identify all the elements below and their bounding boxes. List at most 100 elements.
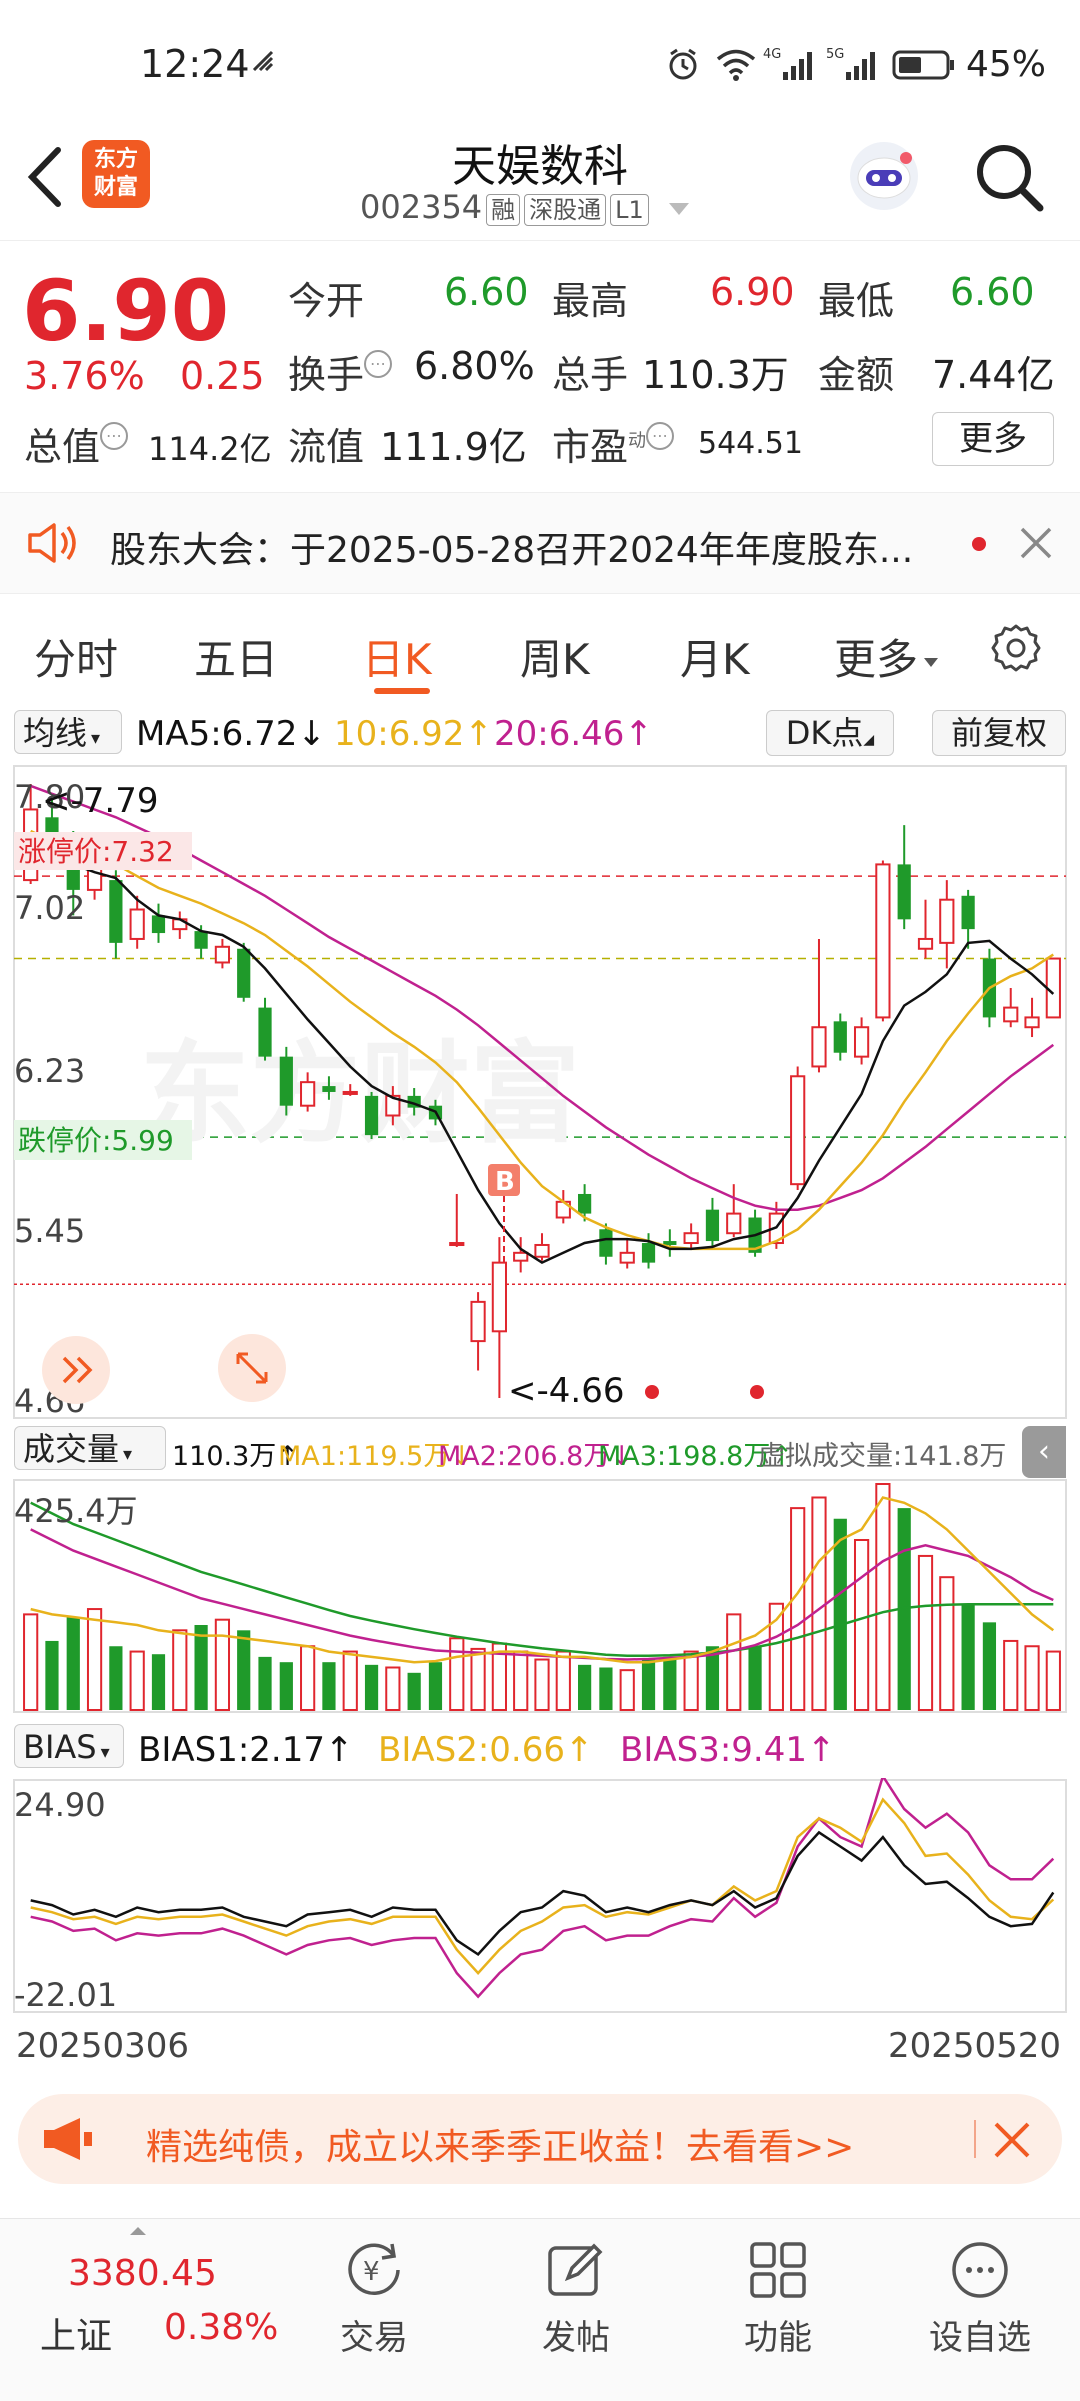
search-icon[interactable] [972,140,1048,220]
tag-margin: 融 [486,194,521,226]
adjust-button[interactable]: 前复权 [932,710,1066,756]
pe-superscript: 动 [628,430,647,452]
volume-bar [45,1640,59,1710]
turnover-label[interactable]: 换手 ⋯ [288,344,393,399]
robot-assistant-icon[interactable] [844,136,924,220]
open-value: 6.60 [444,270,529,314]
trade-icon[interactable]: ¥ [342,2240,406,2304]
bias-selector[interactable]: BIAS ▾ [14,1724,124,1768]
candle-body [513,1251,529,1262]
volume-bar [194,1624,208,1710]
volume-label: 总手 [552,353,629,397]
function-grid-icon[interactable] [748,2240,808,2304]
volume-bar [322,1662,336,1710]
volume-bar [578,1664,592,1710]
volume-bar [129,1650,145,1711]
bias3-value: BIAS3:9.41↑ [620,1730,836,1770]
tab-five-day[interactable]: 五日 [194,626,278,687]
expand-left-icon[interactable] [42,1336,110,1404]
volume-bar [470,1647,486,1711]
volume-bar [875,1483,891,1711]
candle-body [1024,1016,1040,1029]
banner-text[interactable]: 精选纯债，成立以来季季正收益！去看看>> [146,2118,854,2170]
volume-bar [23,1613,39,1712]
virtual-volume: 虚拟成交量:141.8万 [758,1441,1007,1472]
float-label: 流值 [288,425,365,469]
stock-code: 002354 [360,188,483,226]
candle-body [279,1056,293,1106]
volume-bar [364,1664,379,1710]
candle-body [833,1021,847,1053]
more-button[interactable]: 更多 [932,412,1054,466]
volume-bar [407,1672,421,1710]
y-label-4: 5.45 [14,1212,85,1250]
index-value[interactable]: 3380.45 [68,2253,217,2294]
tab-intraday[interactable]: 分时 [34,626,118,687]
volume-bar [853,1538,870,1711]
tab-more[interactable]: 更多 [834,626,939,687]
watermark: 东方财富 [140,1030,580,1158]
gear-icon[interactable] [988,620,1044,680]
volume-chart[interactable]: 425.4万 [0,1478,1080,1714]
candle-body [194,931,208,949]
close-icon[interactable] [992,2120,1032,2164]
amount-value: 7.44亿 [932,353,1055,397]
min-price-marker: <-4.66 [508,1371,624,1411]
low-value: 6.60 [950,270,1035,314]
index-name[interactable]: 上证 [40,2307,112,2359]
notice-bar[interactable]: 股东大会：于2025-05-28召开2024年年度股东... [0,492,1080,594]
fullscreen-icon[interactable] [218,1334,286,1402]
pe-label[interactable]: 市盈动 ⋯ [552,416,675,471]
volume-bar [555,1650,571,1711]
candle-body [129,908,145,940]
volume-bar [683,1650,699,1711]
speaker-icon [26,521,82,569]
cell-5g-icon: 5G [826,44,882,88]
bias2-value: BIAS2:0.66↑ [378,1730,594,1770]
notice-text[interactable]: 股东大会：于2025-05-28召开2024年年度股东... [110,521,913,573]
max-price-marker: <-7.79 [42,781,158,821]
dk-point-button[interactable]: DK点◢ [766,710,894,756]
cell-4g-icon: 4G [763,44,819,88]
bias-chart[interactable]: 24.90 -22.01 [0,1778,1080,2014]
candle-body [811,1026,827,1068]
candle-body [1003,1006,1019,1023]
nav-post[interactable]: 发帖 [506,2310,646,2359]
tag-connect: 深股通 [524,194,607,226]
tab-daily-k[interactable]: 日K [362,626,432,687]
tag-level: L1 [610,194,649,226]
indicator-selector[interactable]: 均线 ▾ [14,710,122,754]
banner-divider [974,2120,976,2158]
collapse-panel-button[interactable]: ‹ [1022,1426,1066,1478]
stock-code-row[interactable]: 002354 融深股通 L1 [360,188,689,226]
candle-body [917,937,934,950]
promo-banner[interactable]: 精选纯债，成立以来季季正收益！去看看>> [18,2094,1062,2184]
tab-monthly-k[interactable]: 月K [680,626,750,687]
post-icon[interactable] [546,2240,606,2304]
tab-weekly-k[interactable]: 周K [520,626,590,687]
volume-selector[interactable]: 成交量 ▾ [14,1426,166,1470]
volume-bar [833,1518,847,1710]
nav-add-watchlist[interactable]: 设自选 [910,2310,1050,2359]
add-watchlist-icon[interactable] [950,2240,1010,2304]
candle-body [939,898,955,944]
index-caret-icon [130,2227,146,2235]
candle [875,860,891,1022]
candle-body [214,945,231,964]
candle-body [1045,957,1061,1019]
volume-bar [917,1554,934,1711]
quote-panel: 6.90 3.76% 0.25 今开 6.60 最高 6.90 最低 6.60 … [0,240,1080,490]
float-value: 111.9亿 [380,425,527,469]
volume-bar [748,1646,762,1710]
mktcap-label[interactable]: 总值 ⋯ [24,416,129,471]
candle-body [109,880,123,943]
nav-trade[interactable]: 交易 [304,2310,444,2359]
turnover-value: 6.80% [414,344,535,388]
event-dot[interactable] [645,1385,659,1399]
candlestick-chart[interactable]: 东方财富 涨停价:7.32 跌停价:5.99 7.80 7.02 6.23 5.… [0,762,1080,1422]
volume-bar [342,1650,358,1711]
nav-function[interactable]: 功能 [708,2310,848,2359]
close-icon[interactable] [1018,525,1054,565]
svg-text:4G: 4G [763,47,781,62]
event-dot[interactable] [750,1385,764,1399]
